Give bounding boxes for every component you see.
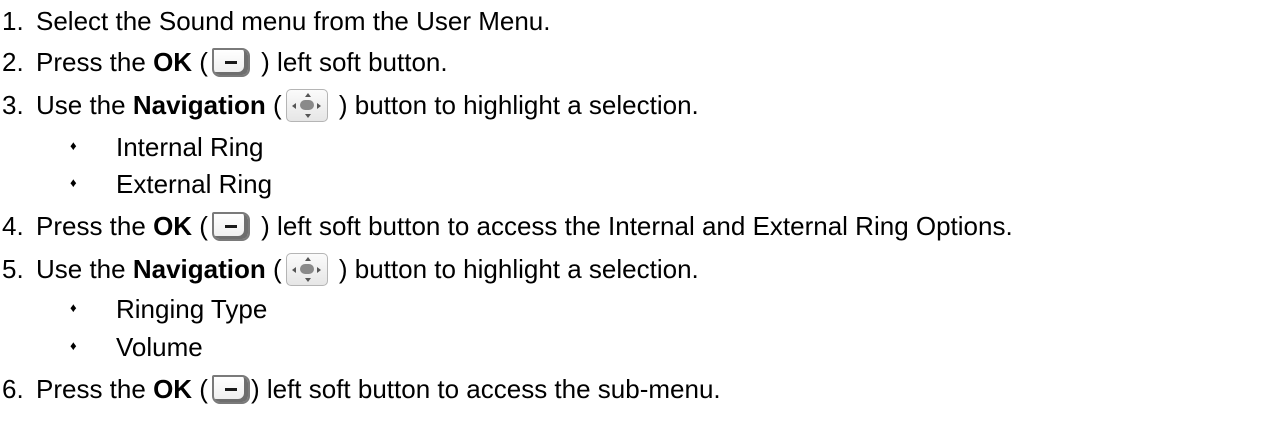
sub-item-label: External Ring bbox=[116, 169, 273, 199]
step-number: 6. bbox=[2, 374, 24, 404]
step-3: 3. Use the Navigation ( ) button to high… bbox=[0, 88, 699, 122]
step-text-pre: Use the bbox=[36, 254, 133, 284]
bullet-icon: ♦ bbox=[70, 300, 77, 315]
sub-item: ♦ Ringing Type bbox=[70, 292, 267, 326]
sub-item-label: Volume bbox=[116, 332, 203, 362]
step-6: 6. Press the OK ( ) left soft button to … bbox=[0, 372, 721, 406]
step-5: 5. Use the Navigation ( ) button to high… bbox=[0, 252, 699, 286]
step-text: Select the Sound menu from the User Menu… bbox=[36, 6, 551, 36]
paren-open: ( bbox=[192, 374, 208, 404]
ok-label: OK bbox=[153, 374, 193, 404]
navigation-button-icon bbox=[285, 252, 328, 286]
step-number: 2. bbox=[2, 47, 24, 77]
step-text-pre: Use the bbox=[36, 90, 133, 120]
step-text-pre: Press the bbox=[36, 374, 154, 404]
left-soft-button-icon bbox=[211, 374, 250, 404]
step-1: 1. Select the Sound menu from the User M… bbox=[0, 4, 551, 38]
bullet-icon: ♦ bbox=[70, 338, 77, 353]
bullet-icon: ♦ bbox=[70, 175, 77, 190]
bullet-icon: ♦ bbox=[70, 138, 77, 153]
step-text-pre: Press the bbox=[36, 47, 154, 77]
navigation-button-icon bbox=[285, 88, 328, 122]
sub-item: ♦ Volume bbox=[70, 330, 203, 364]
step-text-post: ) button to highlight a selection. bbox=[331, 90, 699, 120]
sub-item: ♦ External Ring bbox=[70, 167, 272, 201]
step-number: 4. bbox=[2, 211, 24, 241]
step-number: 3. bbox=[2, 90, 24, 120]
step-text-pre: Press the bbox=[36, 211, 154, 241]
step-4: 4. Press the OK ( ) left soft button to … bbox=[0, 209, 1013, 243]
step-text-post: ) button to highlight a selection. bbox=[331, 254, 699, 284]
navigation-label: Navigation bbox=[132, 254, 266, 284]
ok-label: OK bbox=[153, 211, 193, 241]
paren-open: ( bbox=[192, 211, 208, 241]
step-number: 5. bbox=[2, 254, 24, 284]
step-text-post: ) left soft button to access the Interna… bbox=[253, 211, 1013, 241]
ok-label: OK bbox=[153, 47, 193, 77]
navigation-label: Navigation bbox=[132, 90, 266, 120]
paren-open: ( bbox=[265, 90, 282, 120]
sub-item-label: Ringing Type bbox=[116, 294, 268, 324]
step-text-post: ) left soft button to access the sub-men… bbox=[250, 374, 721, 404]
step-number: 1. bbox=[2, 6, 24, 36]
step-2: 2. Press the OK ( ) left soft button. bbox=[0, 45, 448, 79]
left-soft-button-icon bbox=[211, 211, 250, 241]
paren-open: ( bbox=[192, 47, 208, 77]
sub-item: ♦ Internal Ring bbox=[70, 130, 263, 164]
left-soft-button-icon bbox=[211, 47, 250, 77]
step-text-post: ) left soft button. bbox=[253, 47, 448, 77]
paren-open: ( bbox=[265, 254, 282, 284]
sub-item-label: Internal Ring bbox=[116, 132, 264, 162]
